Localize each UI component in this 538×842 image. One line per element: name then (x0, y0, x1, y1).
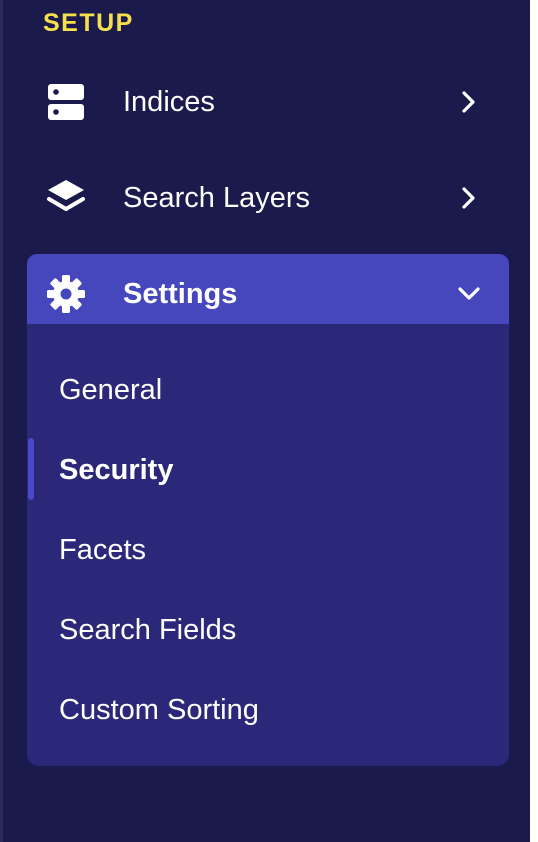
chevron-down-icon (457, 282, 481, 306)
sidebar-item-settings[interactable]: Settings (27, 254, 509, 334)
sidebar-item-label: Settings (123, 278, 238, 310)
submenu-item-custom-sorting[interactable]: Custom Sorting (59, 693, 259, 727)
layers-icon (45, 177, 87, 219)
sidebar-item-label: Search Layers (123, 182, 310, 214)
chevron-right-icon (457, 186, 481, 210)
submenu-item-search-fields[interactable]: Search Fields (59, 613, 236, 647)
sidebar: SETUP Indices Search Layers Settings Gen… (0, 0, 530, 842)
chevron-right-icon (457, 90, 481, 114)
active-item-indicator (28, 438, 34, 500)
gear-icon (45, 273, 87, 315)
section-title-setup: SETUP (43, 9, 134, 37)
submenu-item-security[interactable]: Security (59, 453, 173, 487)
submenu-item-facets[interactable]: Facets (59, 533, 146, 567)
sidebar-item-indices[interactable]: Indices (27, 62, 509, 142)
sidebar-item-search-layers[interactable]: Search Layers (27, 158, 509, 238)
submenu-item-general[interactable]: General (59, 373, 162, 407)
sidebar-item-label: Indices (123, 86, 215, 118)
settings-submenu: General Security Facets Search Fields Cu… (27, 324, 509, 766)
server-icon (45, 81, 87, 123)
